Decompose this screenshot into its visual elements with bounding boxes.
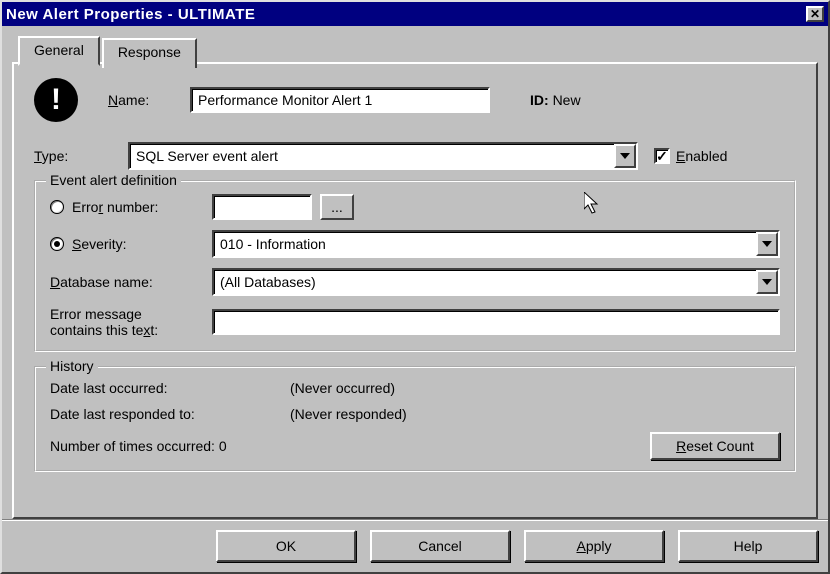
chevron-down-icon xyxy=(756,232,778,256)
help-button[interactable]: Help xyxy=(678,530,818,562)
error-number-label: Error number: xyxy=(72,199,212,215)
name-input[interactable] xyxy=(190,87,490,113)
times-occurred-label: Number of times occurred: 0 xyxy=(50,438,290,454)
tab-response-label: Response xyxy=(118,44,181,60)
date-last-responded-label: Date last responded to: xyxy=(50,406,290,422)
window-title: New Alert Properties - ULTIMATE xyxy=(6,6,806,23)
chevron-down-icon xyxy=(756,270,778,294)
tab-general[interactable]: General xyxy=(18,36,100,66)
ok-button[interactable]: OK xyxy=(216,530,356,562)
error-message-contains-label: Error message contains this text: xyxy=(50,306,212,338)
severity-label: Severity: xyxy=(72,236,212,252)
error-number-radio[interactable] xyxy=(50,200,64,214)
date-last-responded-value: (Never responded) xyxy=(290,406,407,422)
tab-panel-general: ! Name: ID: New Type: SQL Server event a… xyxy=(12,62,818,519)
history-group: History Date last occurred: (Never occur… xyxy=(34,366,796,472)
enabled-checkbox[interactable] xyxy=(654,148,670,164)
error-message-contains-input[interactable] xyxy=(212,309,780,335)
event-alert-definition-legend: Event alert definition xyxy=(46,172,181,188)
reset-count-button[interactable]: Reset Count xyxy=(650,432,780,460)
alert-icon: ! xyxy=(34,78,78,122)
severity-radio[interactable] xyxy=(50,237,64,251)
date-last-occurred-label: Date last occurred: xyxy=(50,380,290,396)
type-select[interactable]: SQL Server event alert xyxy=(128,142,638,170)
database-name-select-value: (All Databases) xyxy=(214,274,756,290)
tab-response[interactable]: Response xyxy=(102,38,197,68)
dialog-button-bar: OK Cancel Apply Help xyxy=(2,519,828,566)
alert-properties-window: New Alert Properties - ULTIMATE ✕ Genera… xyxy=(0,0,830,574)
enabled-label: Enabled xyxy=(676,148,727,164)
close-icon[interactable]: ✕ xyxy=(806,6,824,22)
tab-general-label: General xyxy=(34,42,84,58)
apply-button[interactable]: Apply xyxy=(524,530,664,562)
error-number-input[interactable] xyxy=(212,194,312,220)
history-legend: History xyxy=(46,358,98,374)
date-last-occurred-value: (Never occurred) xyxy=(290,380,395,396)
event-alert-definition-group: Event alert definition Error number: ...… xyxy=(34,180,796,352)
tabstrip: General Response xyxy=(12,34,818,64)
severity-select[interactable]: 010 - Information xyxy=(212,230,780,258)
database-name-select[interactable]: (All Databases) xyxy=(212,268,780,296)
titlebar: New Alert Properties - ULTIMATE ✕ xyxy=(2,2,828,26)
chevron-down-icon xyxy=(614,144,636,168)
client-area: General Response ! Name: ID: New Type: S… xyxy=(2,26,828,572)
cancel-button[interactable]: Cancel xyxy=(370,530,510,562)
browse-button[interactable]: ... xyxy=(320,194,354,220)
id-label: ID: New xyxy=(530,92,581,108)
name-label: Name: xyxy=(108,92,180,108)
database-name-label: Database name: xyxy=(50,274,212,290)
type-label: Type: xyxy=(34,148,118,164)
type-select-value: SQL Server event alert xyxy=(130,148,614,164)
severity-select-value: 010 - Information xyxy=(214,236,756,252)
